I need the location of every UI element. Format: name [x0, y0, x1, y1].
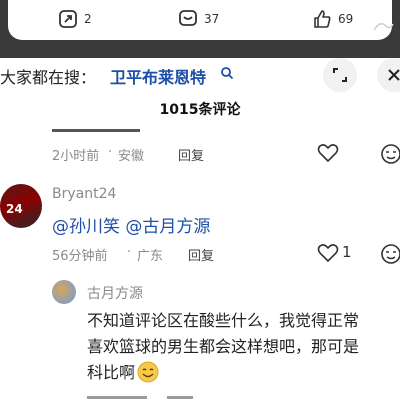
heart-icon[interactable]	[317, 143, 339, 163]
close-icon	[388, 69, 400, 81]
comment-time: 56分钟前	[52, 249, 108, 264]
comment-meta-dot: ·	[127, 245, 132, 260]
like-button[interactable]: 69	[312, 8, 353, 30]
comment-time: 2小时前	[52, 149, 100, 164]
decoration-icon	[373, 23, 394, 31]
comment-count-title: 1015条评论	[159, 102, 241, 118]
comment-icon	[179, 10, 197, 26]
reply-text-line: 科比啊	[87, 360, 400, 386]
like-count: 69	[338, 12, 354, 26]
truncated-reply-meta	[87, 396, 193, 399]
reply-text-line: 不知道评论区在酸些什么，我觉得正常	[87, 311, 360, 330]
search-hint-prefix: 大家都在搜：	[0, 68, 97, 87]
avatar-jersey-number: 24	[6, 202, 23, 216]
comment-button[interactable]: 37	[178, 8, 219, 30]
share-count: 2	[84, 12, 92, 26]
reply-button[interactable]: 回复	[178, 145, 204, 164]
comment-count: 37	[204, 12, 220, 26]
reply-text: 不知道评论区在酸些什么，我觉得正常 喜欢篮球的男生都会这样想吧，那可是 科比啊	[87, 308, 400, 386]
comment-location: 广东	[137, 249, 164, 264]
reply-button[interactable]: 回复	[188, 245, 214, 264]
truncated-comment-text	[52, 129, 140, 132]
comment-meta-dot: ·	[108, 145, 113, 160]
reply-avatar[interactable]	[52, 280, 76, 304]
expand-icon	[333, 68, 347, 82]
smile-emoji-icon	[137, 361, 159, 383]
reply-username[interactable]: 古月方源	[87, 283, 143, 303]
comment-username[interactable]: Bryant24	[52, 186, 116, 202]
share-icon	[59, 10, 77, 28]
comment-location: 安徽	[118, 149, 145, 164]
like-count: 1	[342, 243, 352, 261]
share-button[interactable]: 2	[58, 8, 92, 30]
search-hint-term[interactable]: 卫平布莱恩特	[110, 64, 206, 88]
search-icon	[221, 67, 234, 80]
heart-icon[interactable]	[317, 243, 339, 263]
emoji-reaction-icon[interactable]	[380, 243, 400, 265]
reply-text-line-end: 科比啊	[87, 363, 136, 382]
emoji-reaction-icon[interactable]	[380, 143, 400, 165]
comment-text: @孙川笑 @古月方源	[52, 217, 211, 237]
thumbs-up-icon	[314, 10, 331, 28]
reply-text-line: 喜欢篮球的男生都会这样想吧，那可是	[87, 337, 360, 356]
expand-button[interactable]	[323, 58, 357, 92]
action-bar: 2 37 69	[8, 0, 392, 40]
avatar[interactable]: 24	[0, 184, 42, 228]
